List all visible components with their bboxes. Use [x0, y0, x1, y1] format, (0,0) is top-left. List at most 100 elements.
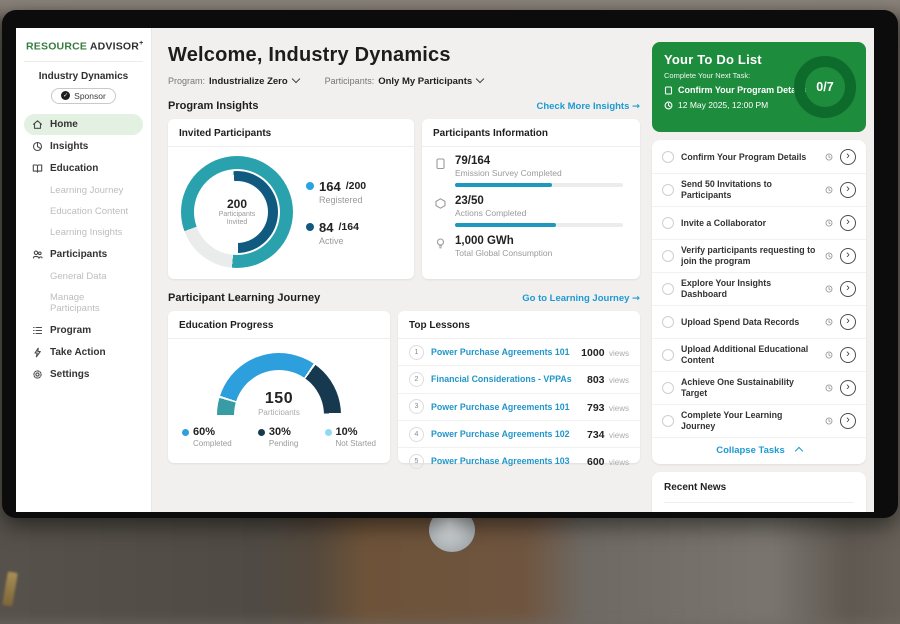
- dashboard-screen: RESOURCE ADVISOR+ Industry Dynamics ✓ Sp…: [16, 28, 874, 512]
- lesson-link[interactable]: Power Purchase Agreements 101: [431, 347, 574, 357]
- program-filter[interactable]: Program:Industrialize Zero: [168, 76, 299, 87]
- stat-label: Emission Survey Completed: [455, 168, 623, 178]
- legend-value: 60%: [193, 426, 215, 438]
- education-legend: 60% Completed 30% Pending 10% Not Starte…: [168, 415, 390, 448]
- collapse-tasks-button[interactable]: Collapse Tasks: [652, 438, 866, 463]
- sidebar-item-program[interactable]: Program: [24, 320, 143, 341]
- task-checkbox[interactable]: [662, 184, 674, 196]
- sidebar-item-insights[interactable]: Insights: [24, 136, 143, 157]
- sidebar-item-label: Participants: [50, 249, 107, 260]
- task-clock-icon: [825, 285, 833, 293]
- sidebar-item-education[interactable]: Education: [24, 158, 143, 179]
- progress-fill: [455, 223, 556, 227]
- sidebar-item-settings[interactable]: Settings: [24, 364, 143, 385]
- task-open-button[interactable]: ›: [840, 215, 856, 231]
- lesson-rank-badge: 4: [409, 427, 424, 442]
- task-checkbox[interactable]: [662, 316, 674, 328]
- todo-header-card: Your To Do List Complete Your Next Task:…: [652, 42, 866, 132]
- progress-track: [455, 223, 623, 227]
- monitor-bezel: RESOURCE ADVISOR+ Industry Dynamics ✓ Sp…: [2, 10, 898, 518]
- donut-center-value: 200: [227, 197, 247, 211]
- sidebar-item-home[interactable]: Home: [24, 114, 143, 135]
- task-checkbox[interactable]: [662, 382, 674, 394]
- task-checkbox[interactable]: [662, 415, 674, 427]
- sidebar-item-label: Insights: [50, 141, 88, 152]
- participants-filter-value: Only My Participants: [378, 76, 472, 87]
- legend-denominator: /200: [346, 180, 366, 192]
- journey-cards-row: Education Progress 150 Participants 60: [168, 311, 640, 463]
- home-icon: [32, 119, 43, 130]
- lesson-rank-badge: 2: [409, 372, 424, 387]
- chevron-down-icon: [291, 75, 299, 83]
- clipboard-icon: [664, 86, 673, 95]
- todo-task-row[interactable]: Upload Spend Data Records ›: [652, 306, 866, 339]
- stat-global-consumption: 1,000 GWh Total Global Consumption: [422, 227, 640, 258]
- collapse-tasks-label: Collapse Tasks: [716, 445, 784, 456]
- sidebar-item-learning-journey[interactable]: Learning Journey: [24, 180, 143, 201]
- todo-task-row[interactable]: Upload Additional Educational Content ›: [652, 339, 866, 372]
- participants-people-icon: [32, 249, 43, 260]
- legend-label: Pending: [258, 439, 298, 448]
- sidebar-item-label: Education: [50, 163, 98, 174]
- legend-dot: [182, 429, 189, 436]
- card-title: Participants Information: [422, 119, 640, 147]
- legend-dot: [258, 429, 265, 436]
- todo-task-row[interactable]: Invite a Collaborator ›: [652, 207, 866, 240]
- task-open-button[interactable]: ›: [840, 281, 856, 297]
- insights-cards-row: Invited Participants 200 Participants In…: [168, 119, 640, 279]
- task-open-button[interactable]: ›: [840, 149, 856, 165]
- todo-task-row[interactable]: Explore Your Insights Dashboard ›: [652, 273, 866, 306]
- sidebar-item-take-action[interactable]: Take Action: [24, 342, 143, 363]
- lesson-rank-badge: 3: [409, 399, 424, 414]
- task-open-button[interactable]: ›: [840, 413, 856, 429]
- program-list-icon: [32, 325, 43, 336]
- task-checkbox[interactable]: [662, 151, 674, 163]
- task-open-button[interactable]: ›: [840, 182, 856, 198]
- todo-task-row[interactable]: Achieve One Sustainability Target ›: [652, 372, 866, 405]
- sponsor-badge[interactable]: ✓ Sponsor: [51, 88, 116, 104]
- lesson-views-label: views: [609, 458, 629, 467]
- lesson-views-count: 734: [587, 429, 605, 441]
- participants-filter[interactable]: Participants:Only My Participants: [325, 76, 484, 87]
- chevron-up-icon: [794, 446, 802, 454]
- task-open-button[interactable]: ›: [840, 380, 856, 396]
- task-checkbox[interactable]: [662, 349, 674, 361]
- program-insights-header: Program Insights Check More Insights →: [168, 100, 640, 112]
- link-label: Check More Insights: [536, 101, 629, 112]
- lesson-link[interactable]: Power Purchase Agreements 101: [431, 402, 580, 412]
- lesson-row: 4 Power Purchase Agreements 102 734 view…: [398, 421, 640, 448]
- sidebar-item-general-data[interactable]: General Data: [24, 266, 143, 287]
- sidebar-item-label: Take Action: [50, 347, 106, 358]
- sidebar-item-education-content[interactable]: Education Content: [24, 201, 143, 222]
- todo-task-row[interactable]: Complete Your Learning Journey ›: [652, 405, 866, 438]
- task-checkbox[interactable]: [662, 250, 674, 262]
- logo-advisor: ADVISOR: [90, 41, 139, 53]
- logo-plus: +: [139, 40, 143, 47]
- recent-news-card: Recent News: [652, 472, 866, 512]
- survey-clipboard-icon: [434, 157, 447, 170]
- lesson-views-count: 1000: [581, 347, 604, 359]
- todo-task-row[interactable]: Send 50 Invitations to Participants ›: [652, 174, 866, 207]
- sidebar-item-learning-insights[interactable]: Learning Insights: [24, 222, 143, 243]
- task-open-button[interactable]: ›: [840, 347, 856, 363]
- legend-label: Not Started: [325, 439, 376, 448]
- todo-progress-ring: 0/7: [794, 56, 856, 118]
- sidebar-item-participants[interactable]: Participants: [24, 244, 143, 265]
- task-checkbox[interactable]: [662, 217, 674, 229]
- filters-row: Program:Industrialize Zero Participants:…: [168, 76, 640, 87]
- legend-value: 10%: [336, 426, 358, 438]
- lesson-link[interactable]: Financial Considerations - VPPAs: [431, 374, 580, 384]
- task-open-button[interactable]: ›: [840, 248, 856, 264]
- sidebar-item-manage-participants[interactable]: Manage Participants: [24, 287, 143, 319]
- sidebar-item-label: Program: [50, 325, 91, 336]
- lesson-link[interactable]: Power Purchase Agreements 103: [431, 456, 580, 466]
- todo-task-row[interactable]: Confirm Your Program Details ›: [652, 141, 866, 174]
- task-open-button[interactable]: ›: [840, 314, 856, 330]
- todo-task-row[interactable]: Verify participants requesting to join t…: [652, 240, 866, 273]
- task-checkbox[interactable]: [662, 283, 674, 295]
- task-label: Explore Your Insights Dashboard: [681, 274, 818, 304]
- legend-label: Active: [319, 236, 366, 246]
- check-more-insights-link[interactable]: Check More Insights →: [536, 101, 640, 112]
- lesson-link[interactable]: Power Purchase Agreements 102: [431, 429, 580, 439]
- go-to-learning-journey-link[interactable]: Go to Learning Journey →: [522, 293, 640, 304]
